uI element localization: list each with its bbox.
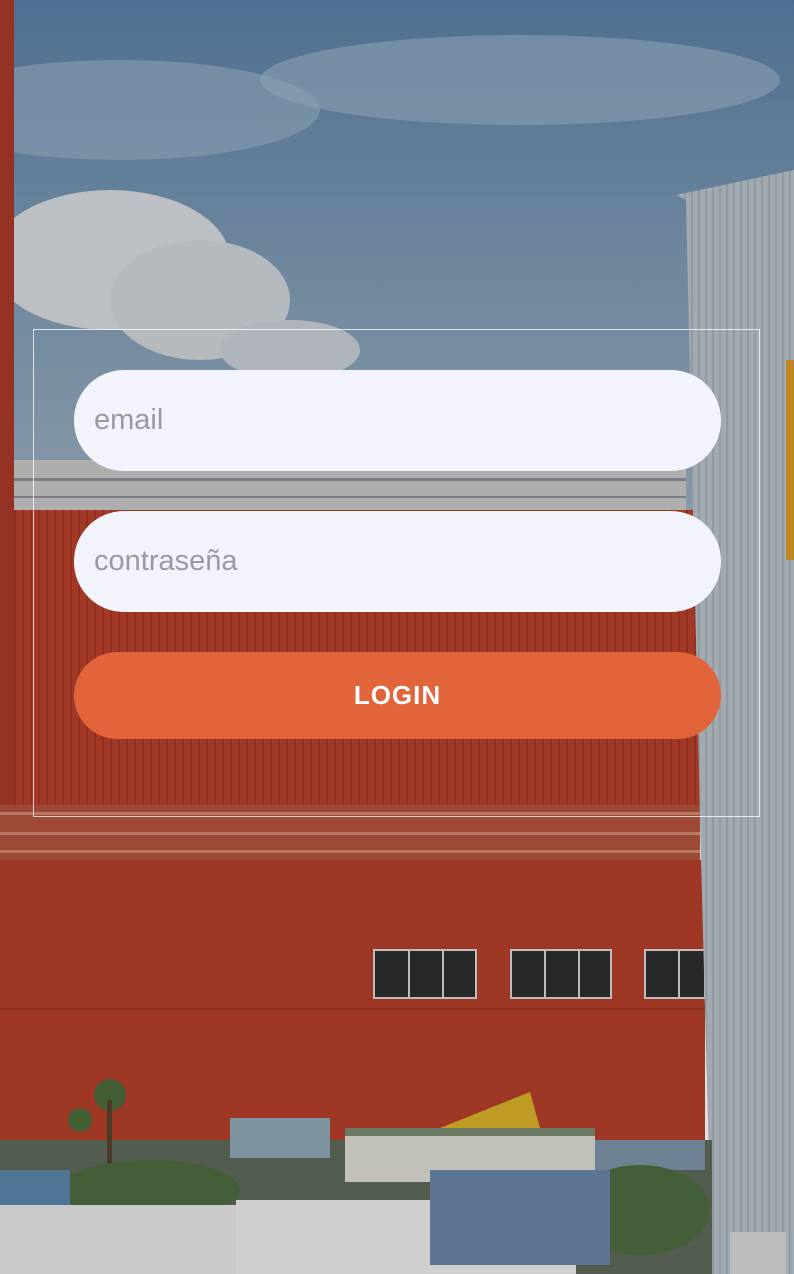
password-field[interactable] bbox=[74, 511, 721, 612]
email-field[interactable] bbox=[74, 370, 721, 471]
login-button[interactable]: LOGIN bbox=[74, 652, 721, 739]
